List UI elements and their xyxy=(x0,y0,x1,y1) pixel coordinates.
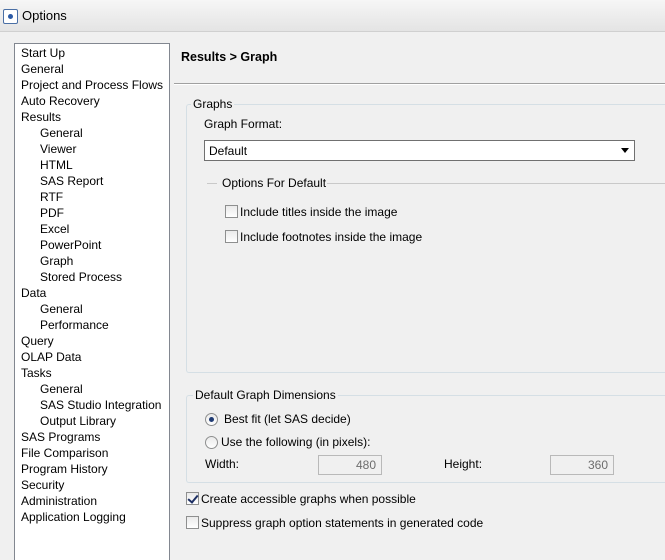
graph-format-select[interactable]: Default xyxy=(204,140,635,161)
best-fit-label[interactable]: Best fit (let SAS decide) xyxy=(224,412,351,426)
sidebar-item-graph[interactable]: Graph xyxy=(40,254,73,269)
options-group-line-right xyxy=(327,183,665,184)
sidebar-item-general[interactable]: General xyxy=(40,126,83,141)
suppress-statements-label[interactable]: Suppress graph option statements in gene… xyxy=(201,516,483,530)
sidebar-item-sas-report[interactable]: SAS Report xyxy=(40,174,103,189)
best-fit-radio[interactable] xyxy=(205,413,218,426)
suppress-statements-checkbox[interactable] xyxy=(186,516,199,529)
accessible-graphs-label[interactable]: Create accessible graphs when possible xyxy=(201,492,416,506)
graph-format-label: Graph Format: xyxy=(204,117,283,131)
sidebar-item-pdf[interactable]: PDF xyxy=(40,206,64,221)
include-footnotes-label[interactable]: Include footnotes inside the image xyxy=(240,230,422,244)
graph-format-value: Default xyxy=(209,144,248,158)
sidebar-item-file-comparison[interactable]: File Comparison xyxy=(21,446,108,461)
app-icon xyxy=(3,9,18,24)
use-following-radio[interactable] xyxy=(205,436,218,449)
sidebar-item-powerpoint[interactable]: PowerPoint xyxy=(40,238,101,253)
sidebar-item-performance[interactable]: Performance xyxy=(40,318,109,333)
graphs-group-legend: Graphs xyxy=(191,97,235,111)
sidebar-item-general[interactable]: General xyxy=(40,382,83,397)
sidebar-item-viewer[interactable]: Viewer xyxy=(40,142,76,157)
use-following-label[interactable]: Use the following (in pixels): xyxy=(221,435,370,449)
dimensions-group-legend: Default Graph Dimensions xyxy=(193,388,338,402)
sidebar-item-tasks[interactable]: Tasks xyxy=(21,366,52,381)
include-footnotes-checkbox[interactable] xyxy=(225,230,238,243)
options-tree[interactable]: Start Up General Project and Process Flows… xyxy=(14,43,170,560)
sidebar-item-program-history[interactable]: Program History xyxy=(21,462,108,477)
sidebar-item-html[interactable]: HTML xyxy=(40,158,73,173)
window-title: Options xyxy=(22,8,67,23)
header-divider xyxy=(174,83,665,85)
sidebar-item-sas-studio-integration[interactable]: SAS Studio Integration xyxy=(40,398,161,413)
height-input[interactable]: 360 xyxy=(550,455,614,475)
sidebar-item-administration[interactable]: Administration xyxy=(21,494,97,509)
sidebar-item-project-and-process-flows[interactable]: Project and Process Flows xyxy=(21,78,163,93)
sidebar-item-sas-programs[interactable]: SAS Programs xyxy=(21,430,100,445)
sidebar-item-output-library[interactable]: Output Library xyxy=(40,414,116,429)
width-input[interactable]: 480 xyxy=(318,455,382,475)
sidebar-item-results[interactable]: Results xyxy=(21,110,61,125)
include-titles-label[interactable]: Include titles inside the image xyxy=(240,205,397,219)
sidebar-item-stored-process[interactable]: Stored Process xyxy=(40,270,122,285)
sidebar-item-general[interactable]: General xyxy=(21,62,64,77)
options-group-line-left xyxy=(207,183,217,184)
accessible-graphs-checkbox[interactable] xyxy=(186,492,199,505)
width-label: Width: xyxy=(205,457,240,471)
sidebar-item-general[interactable]: General xyxy=(40,302,83,317)
page-title: Results > Graph xyxy=(181,50,278,64)
sidebar-item-auto-recovery[interactable]: Auto Recovery xyxy=(21,94,100,109)
sidebar-item-data[interactable]: Data xyxy=(21,286,46,301)
sidebar-item-olap-data[interactable]: OLAP Data xyxy=(21,350,81,365)
height-label: Height: xyxy=(444,457,483,471)
sidebar-item-security[interactable]: Security xyxy=(21,478,64,493)
sidebar-item-excel[interactable]: Excel xyxy=(40,222,69,237)
title-bar: Options xyxy=(0,0,665,32)
chevron-down-icon[interactable] xyxy=(621,148,629,153)
sidebar-item-start-up[interactable]: Start Up xyxy=(21,46,65,61)
sidebar-item-query[interactable]: Query xyxy=(21,334,54,349)
sidebar-item-rtf[interactable]: RTF xyxy=(40,190,63,205)
include-titles-checkbox[interactable] xyxy=(225,205,238,218)
sidebar-item-application-logging[interactable]: Application Logging xyxy=(21,510,126,525)
options-for-default-legend: Options For Default xyxy=(222,176,327,190)
